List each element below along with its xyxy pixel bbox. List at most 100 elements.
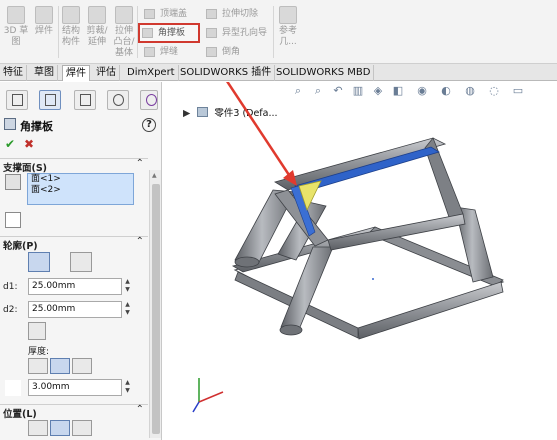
property-manager-title: 角撑板 [20, 120, 53, 133]
list-item[interactable]: 面<1> [28, 174, 133, 185]
gusset-icon [142, 28, 153, 38]
support-faces-list[interactable]: 面<1> 面<2> [27, 173, 134, 205]
position-end-button[interactable] [72, 420, 92, 436]
tab-dimxpert[interactable]: DimXpert [124, 65, 179, 81]
configuration-manager-tab[interactable] [74, 90, 96, 110]
weldment-button[interactable]: 焊件 [32, 4, 56, 62]
thickness-inner-button[interactable] [28, 358, 48, 374]
structural-member-button[interactable]: 结构 构件 [60, 4, 82, 62]
x-axis-icon [198, 391, 224, 403]
reference-geometry-icon [279, 6, 297, 24]
tab-solidworks-mbd[interactable]: SOLIDWORKS MBD [273, 65, 375, 81]
profile-label: 轮廓(P) [3, 241, 38, 252]
extruded-cut-icon [206, 9, 217, 19]
hole-wizard-button[interactable]: 异型孔向导 [204, 25, 267, 41]
position-mid-button[interactable] [50, 420, 70, 436]
support-faces-label: 支撑面(S) [3, 163, 48, 174]
thickness-field[interactable]: 3.00mm [28, 379, 122, 396]
end-cap-icon [144, 9, 155, 19]
thickness-label: 厚度: [28, 347, 50, 357]
d2-spinner[interactable]: ▲ ▼ [123, 301, 132, 318]
reference-geometry-button[interactable]: 参考 几... [276, 4, 300, 62]
position-section[interactable]: 位置(L) ⌃ [0, 404, 148, 420]
tab-evaluate[interactable]: 评估 [93, 65, 120, 81]
property-manager-tab[interactable] [39, 90, 61, 110]
position-label: 位置(L) [3, 409, 37, 420]
feature-tree-icon [12, 94, 23, 106]
extruded-cut-button[interactable]: 拉伸切除 [204, 6, 258, 22]
ribbon-divider [273, 6, 274, 58]
extruded-boss-icon [115, 6, 133, 24]
weld-bead-label: 焊缝 [160, 47, 179, 57]
polygonal-profile-button[interactable] [70, 252, 92, 272]
trim-extend-label: 剪裁/ 延伸 [86, 26, 108, 47]
scrollbar-thumb[interactable] [152, 184, 160, 434]
d1-spinner[interactable]: ▲ ▼ [123, 278, 132, 295]
chevron-up-icon: ⌃ [135, 158, 144, 169]
chevron-up-icon: ⌃ [135, 236, 144, 247]
tab-weldments[interactable]: 焊件 [62, 65, 90, 81]
command-ribbon: 3D 草 图 焊件 结构 构件 剪裁/ 延伸 拉伸 凸台/ 基体 顶端盖 角撑板… [0, 0, 557, 64]
weldment-label: 焊件 [34, 26, 53, 36]
gusset-feature-icon [4, 118, 16, 130]
sketch-3d-label: 3D 草 图 [3, 26, 29, 47]
property-manager-scrollbar[interactable]: ▲ [149, 170, 161, 438]
weldment-icon [35, 6, 53, 24]
origin-point [372, 278, 374, 280]
chamfer-icon [206, 47, 217, 57]
end-cap-button[interactable]: 顶端盖 [142, 6, 187, 22]
scroll-up-icon: ▲ [152, 172, 157, 179]
profile-section[interactable]: 轮廓(P) ⌃ [0, 236, 148, 252]
feature-manager-tab[interactable] [6, 90, 28, 110]
property-list-icon [45, 94, 56, 106]
chevron-up-icon: ⌃ [135, 404, 144, 415]
property-manager-panel: 角撑板 ? ✔ ✖ 支撑面(S) ⌃ 面<1> 面<2> 轮廓(P) ⌃ d1:… [0, 82, 162, 440]
trim-extend-icon [88, 6, 106, 24]
graphics-area[interactable]: ⌕ ⌕ ↶ ▥ ◈ ◧ ◉ ◐ ◍ ◌ ▭ ▶ 零件3 (Defa... [163, 82, 557, 440]
thickness-both-button[interactable] [50, 358, 70, 374]
end-cap-label: 顶端盖 [160, 9, 188, 19]
sketch-3d-icon [7, 6, 25, 24]
command-manager-tabs: 特征 草图 焊件 评估 DimXpert SOLIDWORKS 插件 SOLID… [0, 64, 557, 81]
d2-field[interactable]: 25.00mm [28, 301, 122, 318]
help-button[interactable]: ? [142, 118, 156, 132]
flip-direction-icon[interactable] [5, 212, 21, 228]
sketch-3d-button[interactable]: 3D 草 图 [2, 4, 30, 62]
triangular-profile-button[interactable] [28, 252, 50, 272]
support-faces-section[interactable]: 支撑面(S) ⌃ [0, 158, 148, 174]
dimxpert-manager-tab[interactable] [107, 90, 129, 110]
position-start-button[interactable] [28, 420, 48, 436]
gusset-button[interactable]: 角撑板 [138, 23, 200, 43]
thickness-icon [5, 380, 21, 396]
callout-arrow [226, 82, 297, 186]
gusset-label: 角撑板 [158, 28, 186, 38]
coordinate-triad [192, 378, 224, 413]
weld-bead-button[interactable]: 焊缝 [142, 44, 178, 60]
support-face-icon [5, 174, 21, 190]
structural-member-icon [62, 6, 80, 24]
ok-button[interactable]: ✔ [5, 137, 15, 151]
tab-solidworks-addins[interactable]: SOLIDWORKS 插件 [177, 65, 276, 81]
d1-field[interactable]: 25.00mm [28, 278, 122, 295]
tab-features[interactable]: 特征 [0, 65, 27, 81]
manager-tabs [0, 88, 162, 112]
appearance-icon [146, 94, 157, 106]
hole-wizard-icon [206, 28, 217, 38]
crosshair-icon [113, 94, 124, 106]
swap-sides-button[interactable] [28, 322, 46, 340]
tab-sketch[interactable]: 草图 [31, 65, 58, 81]
display-manager-tab[interactable] [140, 90, 158, 110]
chamfer-label: 倒角 [222, 47, 241, 57]
thickness-spinner[interactable]: ▲ ▼ [123, 379, 132, 396]
weld-bead-icon [144, 47, 155, 57]
cancel-button[interactable]: ✖ [24, 137, 34, 151]
extruded-boss-button[interactable]: 拉伸 凸台/ 基体 [112, 4, 136, 62]
structural-member-label: 结构 构件 [61, 26, 80, 47]
thickness-outer-button[interactable] [72, 358, 92, 374]
trim-extend-button[interactable]: 剪裁/ 延伸 [84, 4, 110, 62]
z-axis-icon [192, 401, 200, 413]
chamfer-button[interactable]: 倒角 [204, 44, 240, 60]
list-item[interactable]: 面<2> [28, 185, 133, 196]
hole-wizard-label: 异型孔向导 [222, 28, 268, 38]
extruded-boss-label: 拉伸 凸台/ 基体 [113, 26, 135, 58]
